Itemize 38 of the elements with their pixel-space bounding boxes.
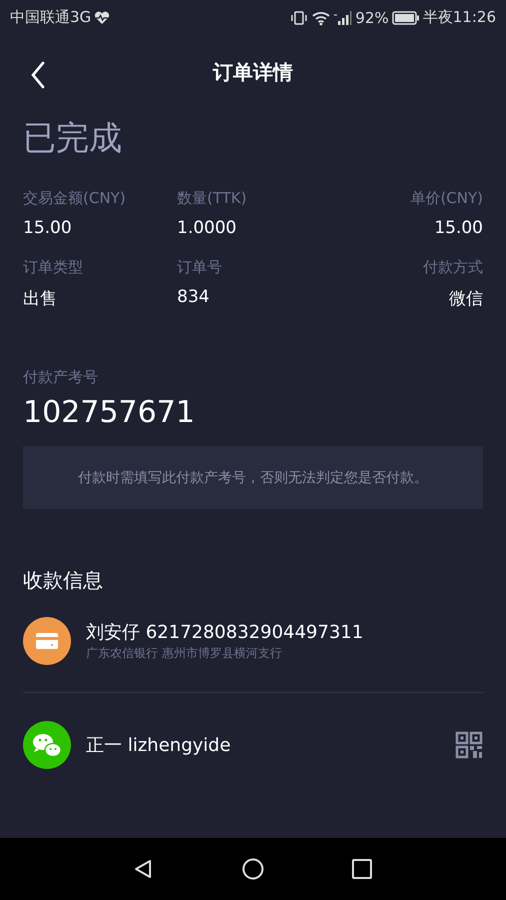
chat-bubbles-icon	[23, 721, 71, 769]
section-title: 收款信息	[23, 567, 104, 594]
field-value: 出售	[23, 288, 58, 310]
payee-name: 刘安仔 6217280832904497311	[86, 621, 364, 644]
vibrate-icon	[290, 10, 308, 26]
field-label: 订单类型	[23, 258, 84, 277]
field-label: 订单号	[177, 258, 223, 277]
carrier-text: 中国联通3G	[10, 8, 92, 27]
field-value: 15.00	[23, 218, 73, 238]
field-value: 15.00	[434, 218, 483, 238]
payee-name: 正一 lizhengyide	[86, 734, 232, 757]
home-nav-button[interactable]	[242, 858, 264, 880]
battery-icon	[392, 10, 420, 24]
field-value: 1.0000	[177, 218, 238, 238]
field-label: 付款方式	[423, 258, 483, 277]
page-title: 订单详情	[213, 59, 293, 86]
order-status: 已完成	[23, 117, 123, 159]
square-icon	[350, 858, 373, 880]
qr-code-button[interactable]	[455, 731, 483, 759]
clock-text: 半夜11:26	[422, 8, 496, 27]
circle-icon	[242, 858, 264, 880]
card-icon	[23, 617, 71, 665]
bank-branch: 广东农信银行 惠州市博罗县横河支行	[86, 645, 283, 662]
wifi-icon	[311, 10, 332, 26]
field-label: 单价(CNY)	[410, 189, 483, 208]
recents-nav-button[interactable]	[350, 858, 373, 880]
heart-icon	[94, 10, 110, 24]
signal-icon	[334, 10, 352, 26]
reference-label: 付款产考号	[23, 368, 99, 387]
field-value: 834	[177, 287, 210, 307]
field-value: 微信	[449, 288, 483, 310]
battery-percent: 92%	[355, 8, 389, 26]
reference-number: 102757671	[23, 395, 196, 430]
back-icon	[30, 61, 46, 89]
notice-banner: 付款时需填写此付款产考号，否则无法判定您是否付款。	[23, 446, 483, 509]
field-label: 交易金额(CNY)	[23, 189, 127, 208]
field-label: 数量(TTK)	[177, 189, 248, 208]
qr-code-icon	[455, 731, 483, 759]
